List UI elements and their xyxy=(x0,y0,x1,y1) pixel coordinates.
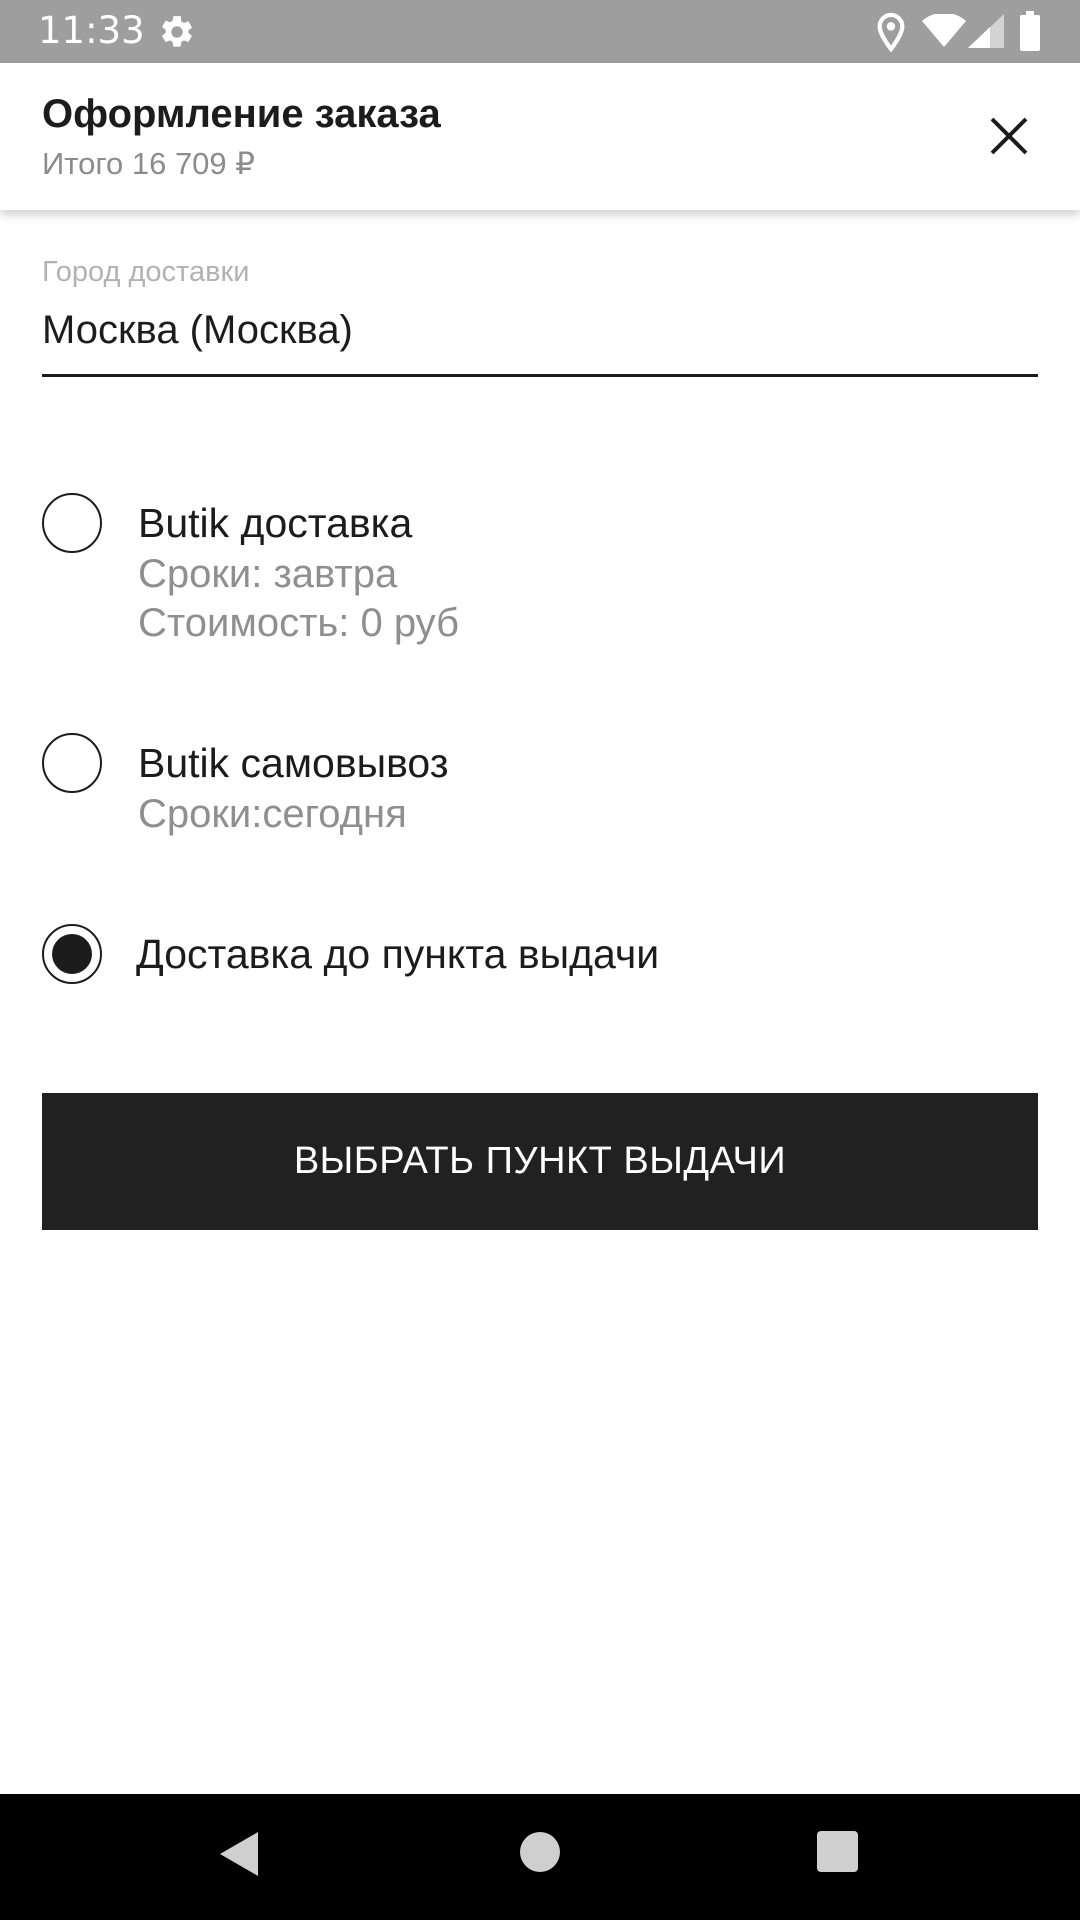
location-icon xyxy=(877,12,905,52)
page-title: Оформление заказа xyxy=(42,92,441,136)
delivery-option-cost: Стоимость: 0 руб xyxy=(138,601,459,645)
radio-button[interactable] xyxy=(42,733,102,793)
delivery-option-terms: Сроки:сегодня xyxy=(138,792,407,836)
delivery-option-pickup-point[interactable]: Доставка до пункта выдачи xyxy=(42,924,1038,988)
delivery-option-title: Доставка до пункта выдачи xyxy=(136,931,660,977)
delivery-option-title: Butik доставка xyxy=(138,500,413,546)
delivery-option-title: Butik самовывоз xyxy=(138,740,449,786)
home-icon[interactable] xyxy=(520,1832,560,1872)
order-total: Итого 16 709 ₽ xyxy=(42,146,256,181)
delivery-option-butik-pickup[interactable]: Butik самовывоз Сроки:сегодня xyxy=(42,733,1038,843)
radio-button[interactable] xyxy=(42,493,102,553)
close-button[interactable] xyxy=(982,109,1036,163)
city-field-label: Город доставки xyxy=(42,256,250,288)
delivery-option-butik-delivery[interactable]: Butik доставка Сроки: завтра Стоимость: … xyxy=(42,493,1038,653)
gear-icon xyxy=(162,16,192,47)
navigation-bar xyxy=(0,1794,1080,1920)
battery-icon xyxy=(1020,11,1040,51)
delivery-option-terms: Сроки: завтра xyxy=(138,552,398,596)
close-icon xyxy=(990,117,1028,155)
radio-button-selected[interactable] xyxy=(42,924,102,984)
checkout-header: Оформление заказа Итого 16 709 ₽ xyxy=(0,63,1080,210)
signal-icon xyxy=(968,14,1004,48)
city-field-value[interactable]: Москва (Москва) xyxy=(42,305,353,355)
back-icon[interactable] xyxy=(218,1830,260,1878)
status-time: 11:33 xyxy=(38,9,145,52)
recents-icon[interactable] xyxy=(817,1831,858,1872)
wifi-icon xyxy=(922,14,966,47)
city-field-underline xyxy=(42,374,1038,377)
select-pickup-point-button[interactable]: ВЫБРАТЬ ПУНКТ ВЫДАЧИ xyxy=(42,1093,1038,1230)
status-bar: 11:33 xyxy=(0,0,1080,63)
